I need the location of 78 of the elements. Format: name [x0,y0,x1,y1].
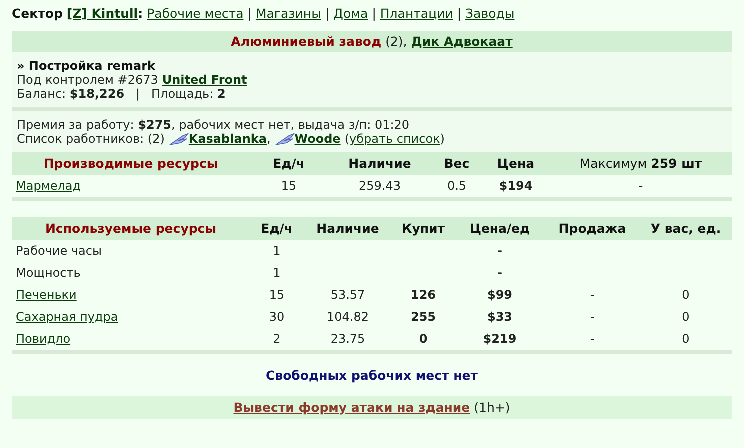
table-cell-text: 255 [410,309,438,326]
column-header: Продажа [545,217,640,240]
workers-label: Список работников: (2) [17,132,165,146]
attack-time: (1h+) [474,400,510,415]
column-header: Вес [432,152,482,175]
table-cell-text: 2 [272,331,282,348]
table-cell-text: 1 [272,243,282,260]
free-places-text: Свободных рабочих мест нет [265,367,479,385]
table-cell-text: 30 [268,309,286,326]
balance-text: Баланс: $18,226 | Площадь: 2 [17,87,226,101]
building-title: Алюминиевый завод [231,34,382,49]
resource-link[interactable]: Повидло [16,332,71,346]
table-cell-text: $99 [486,287,514,304]
table-cell-text: 23.75 [330,331,366,348]
table-cell-text: - [638,178,644,195]
owner-link[interactable]: Дик Адвокаат [411,34,513,49]
separator: | [248,6,252,21]
column-header: Наличие [304,217,392,240]
table-cell-text: 0.5 [446,178,468,195]
column-header: Купит [392,217,455,240]
remove-list-link[interactable]: убрать список [350,132,440,146]
premium-text: Премия за работу: $275, рабочих мест нет, выдача з/п: 01:20 [17,118,410,132]
table-cell-text: 53.57 [330,287,366,304]
resource-link[interactable]: Мармелад [16,179,82,193]
column-header: Используемые ресурсы [12,217,250,240]
worker-link[interactable]: Kasablanka [188,132,267,146]
table-cell-text: 15 [268,287,286,304]
table-cell-text: 126 [410,287,438,304]
column-header: Производимые ресурсы [12,152,250,175]
nav-link[interactable]: Заводы [466,6,515,21]
colon: : [138,6,144,21]
separator: | [457,6,462,21]
column-header: Наличие [328,152,432,175]
column-header: Ед/ч [250,152,328,175]
building-count: (2), [386,34,408,49]
table-cell-text: 1 [272,265,282,282]
resource-link[interactable]: Печеньки [16,288,77,302]
table-cell-text: 104.82 [326,309,370,326]
table-cell-text: - [589,309,596,326]
table-cell-text: 259.43 [358,178,402,195]
separator: | [372,6,376,21]
nav-link[interactable]: Магазины [256,6,322,21]
control-label: Под контролем #2673 [17,73,158,87]
table-cell-text: $219 [482,331,518,348]
column-header: Максимум 259 шт [550,152,732,175]
sector-link[interactable]: [Z] Kintull [66,6,138,21]
table-cell-text: - [589,287,596,304]
table-cell-text: 0 [681,309,691,326]
nav-link[interactable]: Дома [334,6,368,21]
column-header: Цена [482,152,550,175]
resource-link[interactable]: Сахарная пудра [16,310,118,324]
column-header: Цена/ед [455,217,545,240]
table-cell-text: - [496,265,504,282]
column-header: У вас, ед. [640,217,732,240]
table-cell-text: - [496,243,504,260]
attack-link[interactable]: Вывести форму атаки на здание [234,400,470,415]
table-cell-text: - [589,331,596,348]
separator: | [325,6,330,21]
parenthesis: ) [440,132,445,146]
building-name: » Постройка remark [17,59,156,73]
table-cell-text: $194 [498,178,534,195]
wing-icon [274,132,295,146]
nav-link[interactable]: Плантации [380,6,454,21]
resource-name: Рабочие часы [16,244,102,258]
comma: , [266,132,271,146]
table-cell-text: 0 [681,331,691,348]
table-cell-text: 0 [418,331,429,348]
nav-link[interactable]: Рабочие места [147,6,244,21]
parenthesis: ( [344,132,350,146]
column-header: Ед/ч [250,217,304,240]
sector-label: Сектор [12,6,63,21]
wing-icon [168,132,189,146]
table-cell-text: $33 [486,309,514,326]
table-cell-text: 15 [280,178,298,195]
corporation-link[interactable]: United Front [162,73,248,87]
worker-link[interactable]: Woode [294,132,341,146]
resource-name: Мощность [16,266,81,280]
table-cell-text: 0 [681,287,691,304]
